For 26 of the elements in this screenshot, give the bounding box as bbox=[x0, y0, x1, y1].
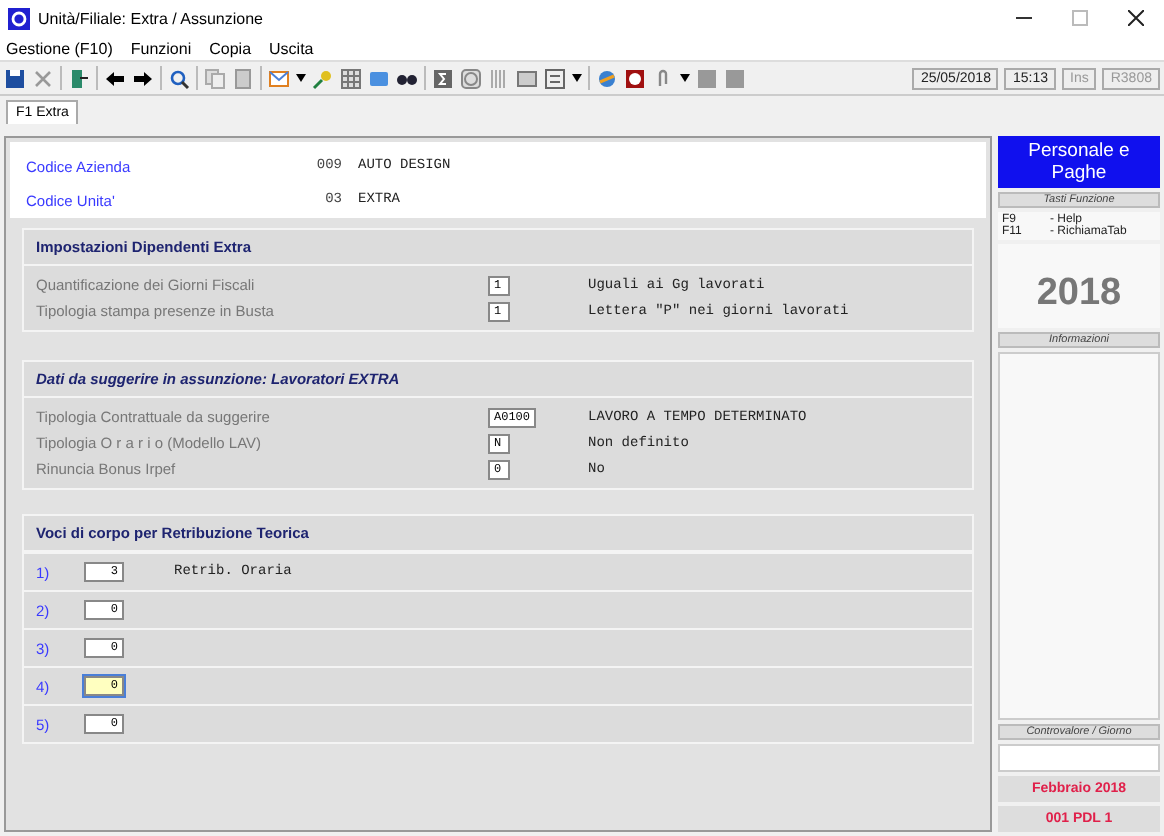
menu-item[interactable]: Copia bbox=[209, 39, 252, 57]
year-label: 2018 bbox=[998, 244, 1160, 328]
window-icon[interactable] bbox=[516, 67, 538, 89]
brand-banner: Personale e Paghe bbox=[998, 136, 1160, 188]
caret-icon[interactable] bbox=[572, 74, 582, 82]
exit-icon[interactable] bbox=[68, 67, 90, 89]
menu-item[interactable]: Uscita bbox=[269, 39, 314, 57]
arrow-left-icon[interactable] bbox=[104, 67, 126, 89]
globe-icon[interactable] bbox=[596, 67, 618, 89]
arrow-right-icon[interactable] bbox=[132, 67, 154, 89]
grid-icon[interactable] bbox=[340, 67, 362, 89]
sum-icon[interactable] bbox=[432, 67, 454, 89]
caret-icon[interactable] bbox=[680, 74, 690, 82]
window-title: Unità/Filiale: Extra / Assunzione bbox=[38, 9, 265, 27]
form-icon[interactable] bbox=[544, 67, 566, 89]
search-icon[interactable] bbox=[168, 67, 190, 89]
mail-icon[interactable] bbox=[268, 67, 290, 89]
square-icon[interactable] bbox=[724, 67, 746, 89]
caret-icon[interactable] bbox=[296, 74, 306, 82]
menu-item[interactable]: Gestione (F10) bbox=[6, 39, 113, 57]
save-icon[interactable] bbox=[4, 67, 26, 89]
paste-icon[interactable] bbox=[232, 67, 254, 89]
app-logo-icon bbox=[8, 7, 30, 29]
menu-item[interactable]: Funzioni bbox=[130, 39, 192, 57]
help-icon[interactable] bbox=[624, 67, 646, 89]
close-icon[interactable] bbox=[1128, 10, 1144, 26]
